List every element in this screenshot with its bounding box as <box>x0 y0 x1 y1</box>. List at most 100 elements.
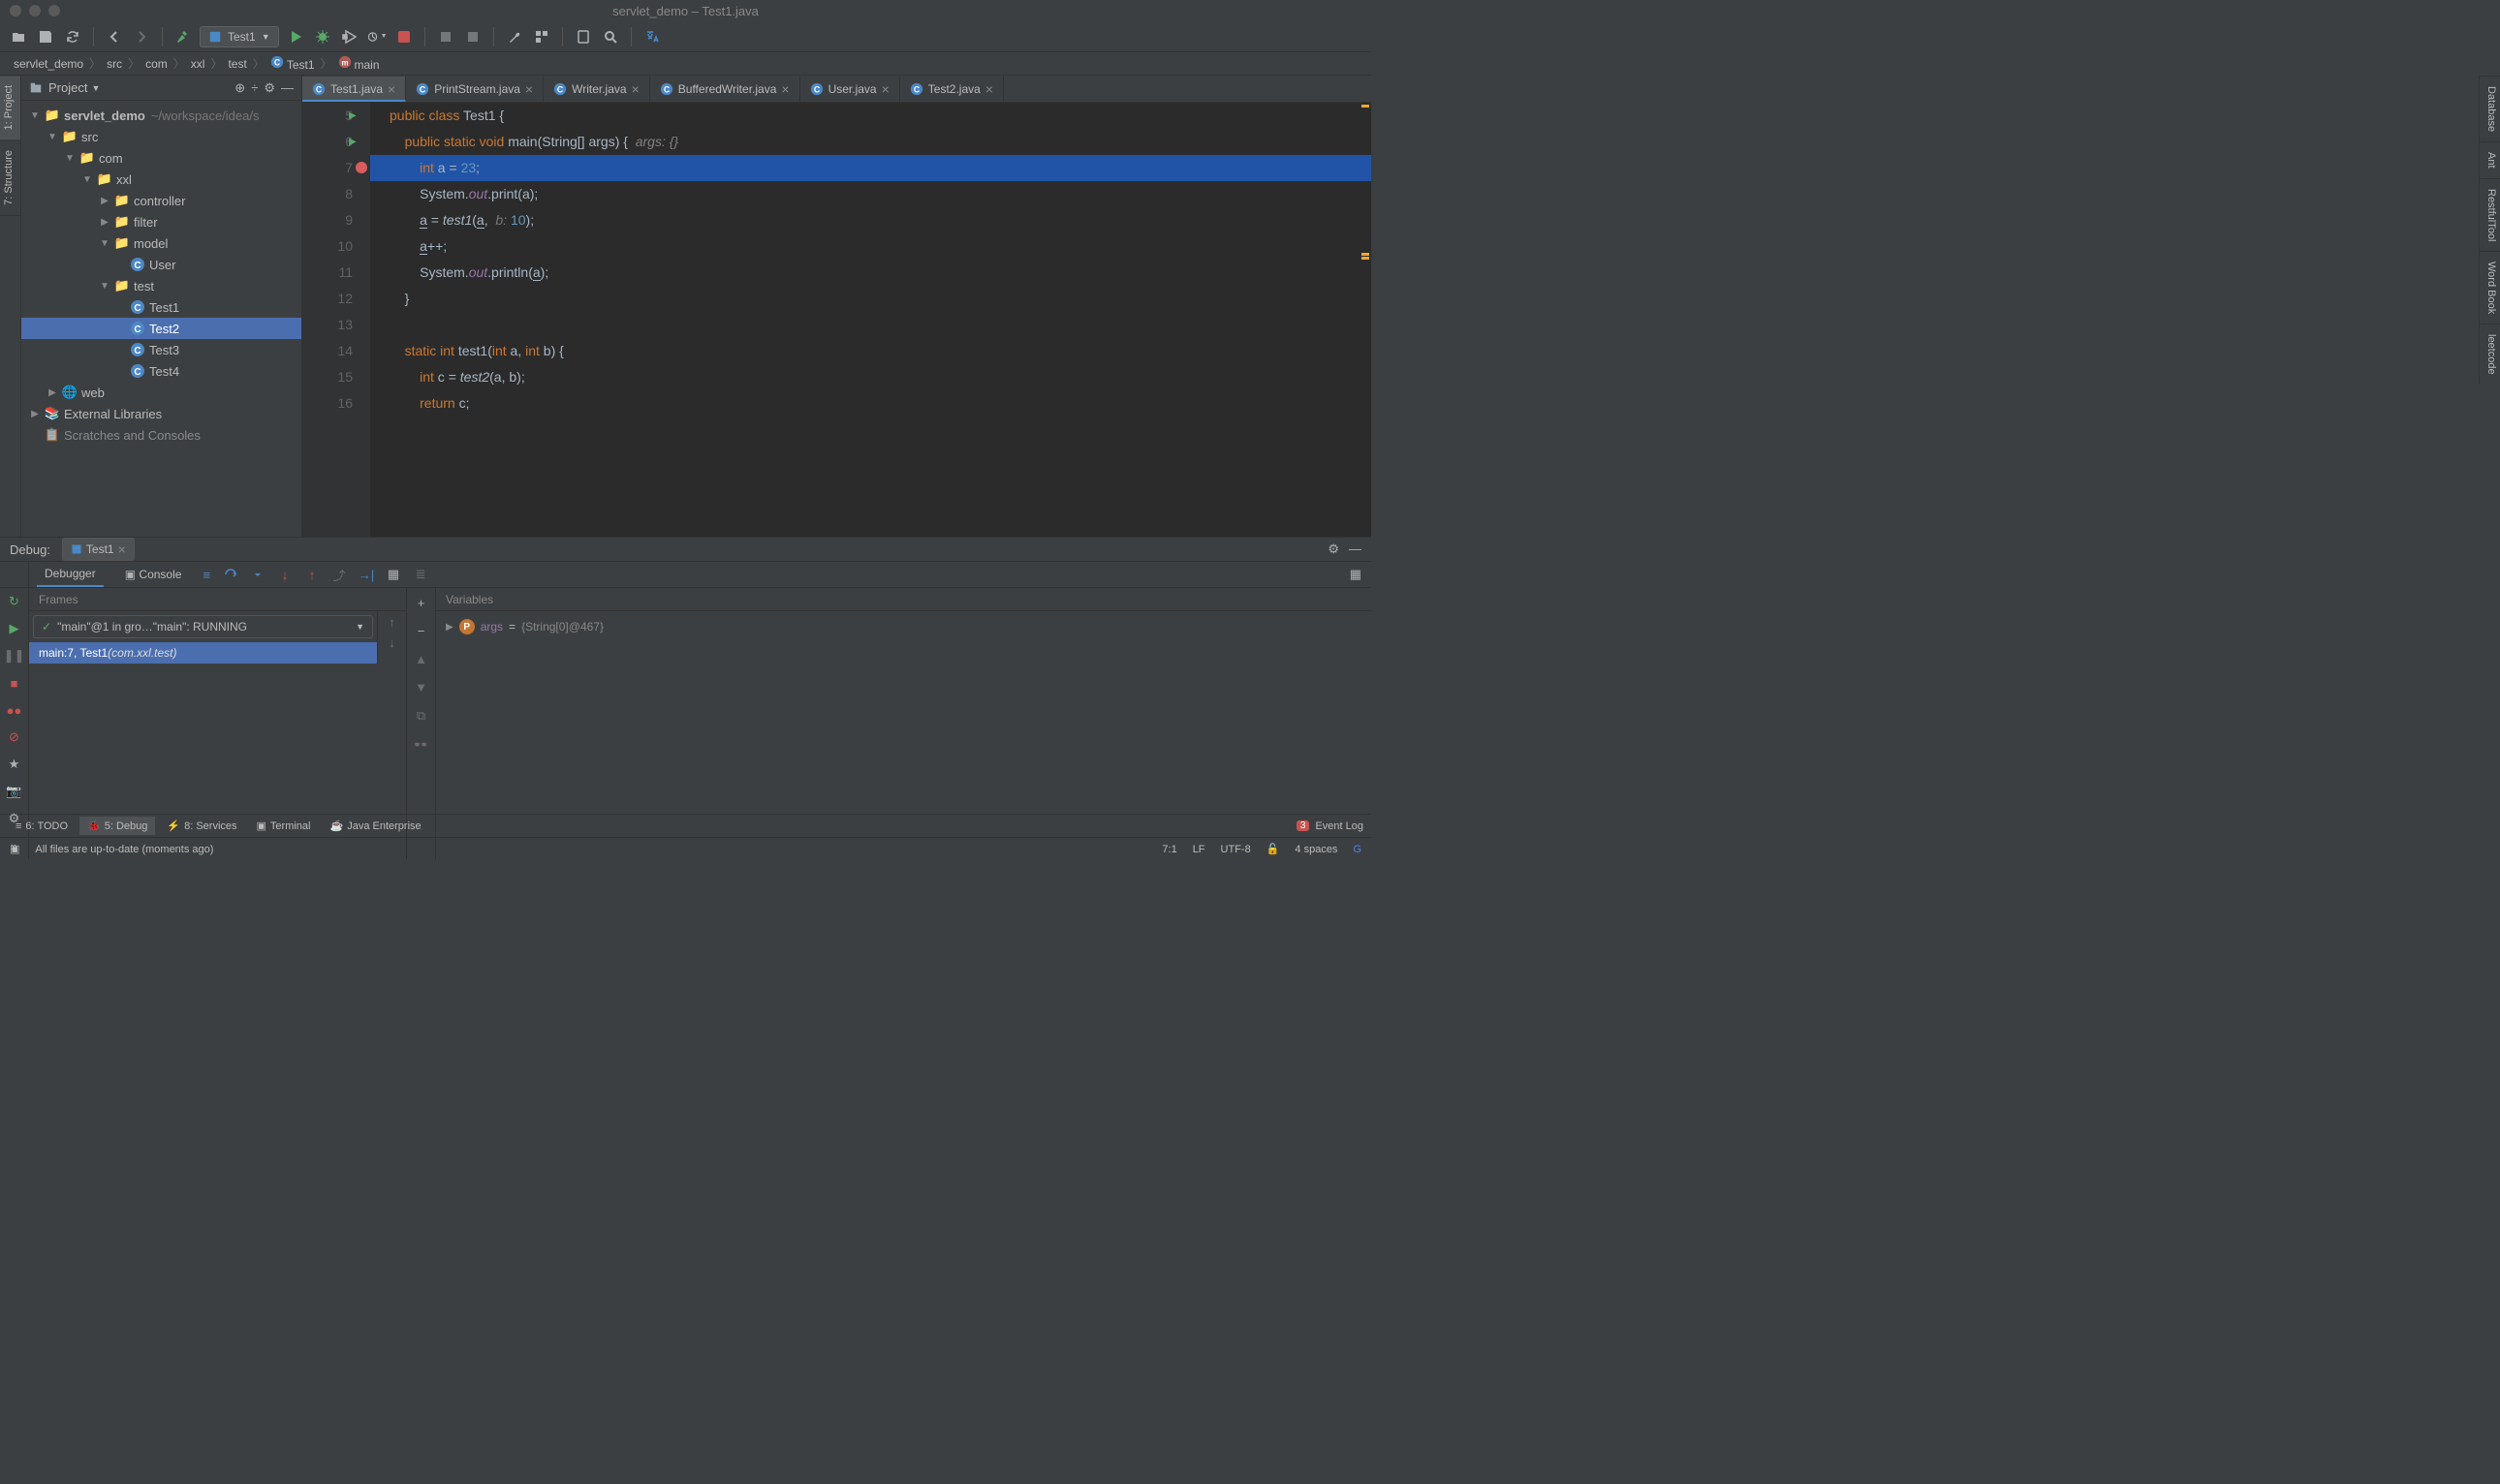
tab-structure[interactable]: 7: Structure <box>0 140 20 216</box>
rerun-icon[interactable]: ↻ <box>5 592 24 611</box>
close-icon[interactable]: × <box>118 541 126 557</box>
camera-icon[interactable]: 📷 <box>5 782 24 801</box>
editor-tab-1[interactable]: CPrintStream.java× <box>406 77 544 102</box>
tree-web[interactable]: ▶🌐web <box>21 382 301 403</box>
collapse-icon[interactable]: ÷ <box>251 80 258 96</box>
editor-tab-4[interactable]: CUser.java× <box>800 77 900 102</box>
frame-row[interactable]: main:7, Test1 (com.xxl.test) <box>29 642 377 664</box>
crumb-test[interactable]: test <box>224 55 250 73</box>
tab-terminal[interactable]: ▣ Terminal <box>249 817 319 835</box>
resume-icon[interactable]: ▶ <box>5 619 24 638</box>
tree-external[interactable]: ▶📚External Libraries <box>21 403 301 424</box>
forward-icon[interactable] <box>131 26 152 47</box>
indent[interactable]: 4 spaces <box>1295 844 1337 855</box>
tab-restful[interactable]: RestfulTool <box>2480 178 2500 251</box>
crumb-project[interactable]: servlet_demo <box>10 55 87 73</box>
markers-bar[interactable] <box>1361 103 1371 261</box>
run-gutter-icon[interactable]: ▶ <box>349 129 357 155</box>
tree-test[interactable]: ▼📁test <box>21 275 301 296</box>
tree-root[interactable]: ▼📁servlet_demo~/workspace/idea/s <box>21 105 301 126</box>
mute-bp-icon[interactable]: ⊘ <box>5 727 24 747</box>
project-panel-title[interactable]: Project ▼ <box>48 80 229 95</box>
editor-tab-2[interactable]: CWriter.java× <box>544 77 650 102</box>
minimize-light[interactable] <box>29 5 41 16</box>
editor-body[interactable]: 5▶ 6▶ 7💡 8 9 10 11 12 13 14 15 16 public… <box>302 103 1371 537</box>
hammer-icon[interactable] <box>172 26 194 47</box>
layout-icon[interactable]: ▦ <box>1350 567 1361 581</box>
crumb-src[interactable]: src <box>103 55 126 73</box>
gear-icon[interactable]: ⚙ <box>264 80 275 96</box>
event-log[interactable]: 3 Event Log <box>1297 820 1363 832</box>
tree-com[interactable]: ▼📁com <box>21 147 301 169</box>
pause-icon[interactable]: ❚❚ <box>5 646 24 665</box>
close-icon[interactable]: × <box>388 81 395 97</box>
structure-icon[interactable] <box>531 26 552 47</box>
thread-selector[interactable]: ✓ "main"@1 in gro…"main": RUNNING ▼ <box>33 615 373 638</box>
close-light[interactable] <box>10 5 21 16</box>
sync-icon[interactable] <box>62 26 83 47</box>
close-icon[interactable]: × <box>525 81 533 97</box>
close-icon[interactable]: × <box>882 81 890 97</box>
status-icon[interactable]: ▣ <box>10 843 19 855</box>
coverage-icon[interactable] <box>339 26 360 47</box>
profile-icon[interactable]: ▼ <box>366 26 388 47</box>
run-icon[interactable] <box>285 26 306 47</box>
close-icon[interactable]: × <box>985 81 993 97</box>
minimize-icon[interactable]: — <box>281 80 294 96</box>
tree-test3[interactable]: CTest3 <box>21 339 301 360</box>
step-over-icon[interactable] <box>220 564 241 585</box>
tree-controller[interactable]: ▶📁controller <box>21 190 301 211</box>
editor-tab-5[interactable]: CTest2.java× <box>900 77 1004 102</box>
run-to-cursor-icon[interactable]: →| <box>356 564 377 585</box>
glasses-icon[interactable]: 👓 <box>413 737 428 753</box>
force-step-into-icon[interactable]: ↓ <box>274 564 296 585</box>
tab-debug[interactable]: 🐞 5: Debug <box>79 817 155 835</box>
tab-database[interactable]: Database <box>2480 76 2500 141</box>
target-icon[interactable]: ⊕ <box>234 80 245 96</box>
tab-todo[interactable]: ≡ 6: TODO <box>8 818 76 835</box>
tree-test4[interactable]: CTest4 <box>21 360 301 382</box>
line-separator[interactable]: LF <box>1193 844 1205 855</box>
tab-ant[interactable]: Ant <box>2480 141 2500 178</box>
tree-src[interactable]: ▼📁src <box>21 126 301 147</box>
prev-frame-icon[interactable]: ↑ <box>389 615 395 630</box>
translate-icon[interactable] <box>641 26 663 47</box>
emulator-icon[interactable] <box>573 26 594 47</box>
run-gutter-icon[interactable]: ▶ <box>349 103 357 129</box>
drop-frame-icon[interactable]: ⤴ <box>328 564 350 585</box>
crumb-method[interactable]: mmain <box>334 53 384 74</box>
close-icon[interactable]: × <box>632 81 640 97</box>
cursor-position[interactable]: 7:1 <box>1162 844 1176 855</box>
up-icon[interactable]: ▲ <box>415 652 427 666</box>
gutter[interactable]: 5▶ 6▶ 7💡 8 9 10 11 12 13 14 15 16 <box>302 103 370 537</box>
breakpoints-icon[interactable]: ●● <box>5 700 24 720</box>
tab-wordbook[interactable]: Word Book <box>2480 251 2500 324</box>
close-icon[interactable]: × <box>781 81 789 97</box>
stop-icon[interactable]: ■ <box>5 673 24 693</box>
back-icon[interactable] <box>104 26 125 47</box>
variable-row[interactable]: ▶ P args = {String[0]@467} <box>446 617 1361 636</box>
tree-model[interactable]: ▼📁model <box>21 232 301 254</box>
tree-test2[interactable]: CTest2 <box>21 318 301 339</box>
project-tree[interactable]: ▼📁servlet_demo~/workspace/idea/s ▼📁src ▼… <box>21 101 301 537</box>
open-icon[interactable] <box>8 26 29 47</box>
minimize-icon[interactable]: — <box>1349 541 1361 557</box>
update-icon[interactable] <box>462 26 484 47</box>
trace-icon[interactable]: ≣ <box>410 564 431 585</box>
gear-icon[interactable]: ⚙ <box>1328 541 1339 557</box>
readonly-icon[interactable]: 🔓 <box>1266 843 1280 855</box>
crumb-com[interactable]: com <box>141 55 172 73</box>
zoom-light[interactable] <box>48 5 60 16</box>
debug-session-tab[interactable]: Test1 × <box>62 538 135 561</box>
tab-project[interactable]: 1: Project <box>0 76 20 140</box>
copy-icon[interactable]: ⧉ <box>417 708 425 724</box>
tab-console[interactable]: ▣ Console <box>117 563 190 586</box>
threads-icon[interactable]: ≡ <box>203 568 210 582</box>
remove-icon[interactable]: − <box>418 624 425 638</box>
tree-user[interactable]: CUser <box>21 254 301 275</box>
crumb-xxl[interactable]: xxl <box>187 55 209 73</box>
save-icon[interactable] <box>35 26 56 47</box>
step-into-icon[interactable] <box>247 564 268 585</box>
tab-leetcode[interactable]: leetcode <box>2480 324 2500 385</box>
variables-list[interactable]: ▶ P args = {String[0]@467} <box>436 611 1371 859</box>
